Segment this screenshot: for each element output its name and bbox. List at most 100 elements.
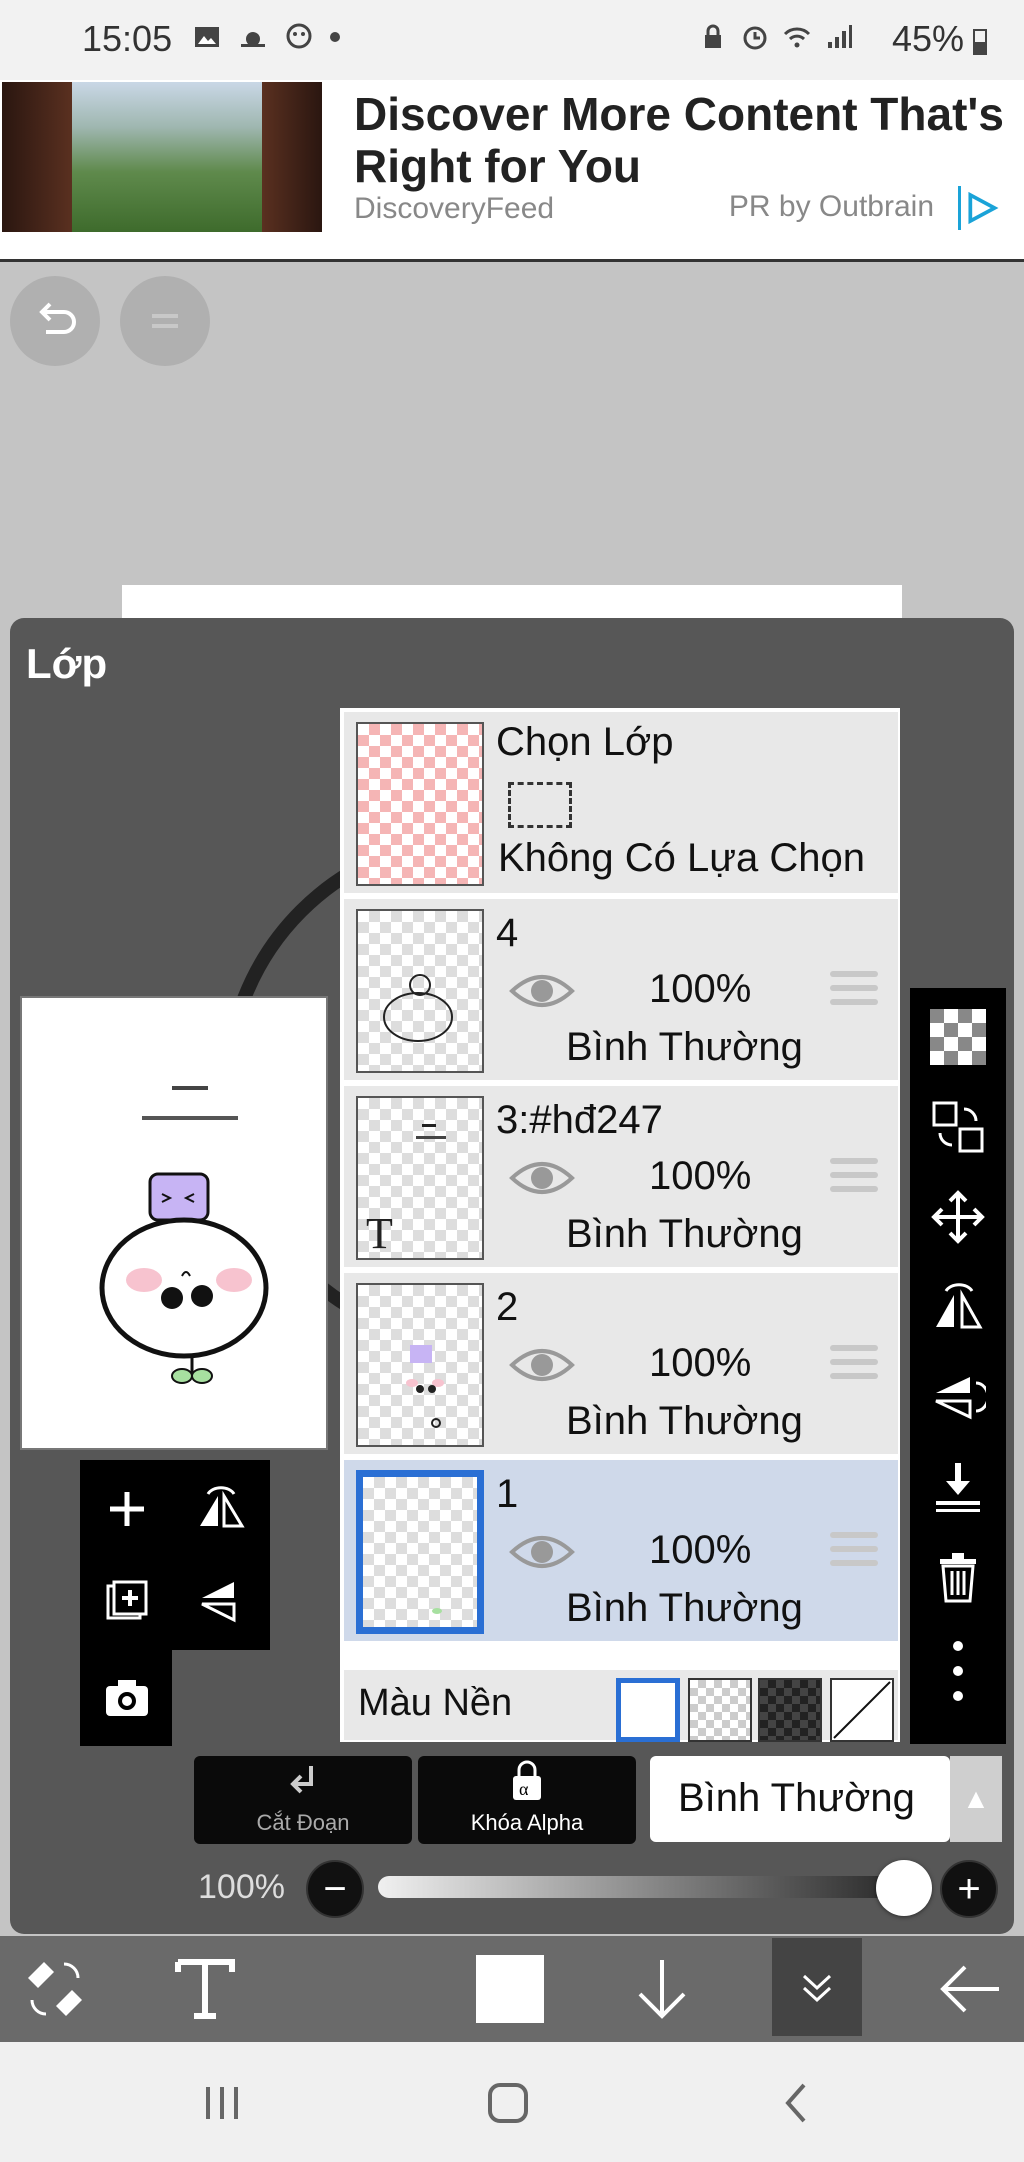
background-color-row: Màu Nền (344, 1670, 898, 1742)
redo-button[interactable] (120, 276, 210, 366)
flip-horizontal-icon (936, 1283, 983, 1329)
layer-name: 2 (496, 1285, 519, 1329)
flip-vertical-icon (201, 1582, 236, 1623)
eye-icon[interactable] (509, 969, 575, 1013)
current-color-swatch (476, 1955, 544, 2023)
clipping-button[interactable]: Cắt Đoạn (194, 1756, 412, 1844)
selection-layer-row[interactable]: Chọn Lớp Không Có Lựa Chọn (344, 712, 898, 896)
add-copy-layer-button[interactable] (82, 1556, 172, 1646)
opacity-decrease-button[interactable]: − (306, 1860, 364, 1918)
arrow-down-icon (638, 1960, 686, 2019)
home-button[interactable] (478, 2078, 538, 2128)
drag-handle-icon[interactable] (830, 1345, 878, 1385)
blend-mode-dropdown-button[interactable]: ▲ (950, 1756, 1002, 1842)
layer-blend-mode: Bình Thường (566, 1586, 803, 1630)
flip-layer-vertical-button[interactable] (910, 1352, 1006, 1442)
selection-status: Không Có Lựa Chọn (498, 836, 866, 880)
text-tool-button[interactable] (160, 1936, 250, 2042)
weather-icon (241, 32, 265, 47)
flip-vertical-icon (935, 1377, 986, 1420)
eye-icon[interactable] (509, 1156, 575, 1200)
move-button[interactable] (910, 1172, 1006, 1262)
drag-handle-icon[interactable] (830, 971, 878, 1011)
layer-name: 4 (496, 911, 519, 955)
app-face-icon (286, 23, 312, 49)
layer-list: Chọn Lớp Không Có Lựa Chọn 4 100% Bình T… (340, 708, 900, 1742)
canvas-preview[interactable] (20, 996, 328, 1450)
chevron-left-icon (785, 2083, 806, 2123)
svg-text:T: T (366, 1209, 393, 1258)
ad-banner[interactable]: Discover More Content That's Right for Y… (0, 80, 1024, 262)
more-options-button[interactable] (910, 1626, 1006, 1716)
blend-mode-select[interactable]: Bình Thường (650, 1756, 950, 1842)
layer-row[interactable]: 4 100% Bình Thường (344, 899, 898, 1083)
recent-apps-button[interactable] (192, 2078, 252, 2128)
eye-icon[interactable] (509, 1343, 575, 1387)
flip-vertical-button[interactable] (176, 1556, 266, 1646)
clipping-label: Cắt Đoạn (256, 1810, 350, 1835)
move-arrows-icon (931, 1190, 985, 1244)
ad-title[interactable]: Discover More Content That's Right for Y… (354, 88, 1014, 192)
undo-button[interactable] (10, 276, 100, 366)
move-to-button[interactable] (910, 1082, 1006, 1172)
clipping-arrow-icon (290, 1766, 313, 1794)
background-white-swatch[interactable] (616, 1678, 680, 1742)
background-dark-swatch[interactable] (758, 1678, 822, 1742)
flip-horizontal-icon (200, 1486, 245, 1528)
background-transparent-swatch[interactable] (688, 1678, 752, 1742)
outbrain-logo-icon[interactable] (958, 186, 1002, 230)
flip-layer-horizontal-button[interactable] (910, 1262, 1006, 1352)
add-layer-button[interactable] (82, 1464, 172, 1554)
text-icon (175, 1959, 235, 2019)
arrow-left-icon (940, 1965, 999, 2013)
opacity-slider-track[interactable] (378, 1876, 918, 1898)
opacity-increase-button[interactable]: + (940, 1860, 998, 1918)
drag-handle-icon[interactable] (830, 1158, 878, 1198)
lock-icon (705, 24, 721, 48)
layer-row[interactable]: 2 100% Bình Thường (344, 1273, 898, 1457)
layer-name: 3:#hđ247 (496, 1098, 663, 1142)
layer-row[interactable]: T 3:#hđ247 100% Bình Thường (344, 1086, 898, 1270)
system-back-button[interactable] (766, 2078, 826, 2128)
svg-text:α: α (519, 1779, 529, 1799)
ad-attribution[interactable]: PR by Outbrain (729, 190, 934, 224)
layer-tools-right (910, 988, 1006, 1744)
move-down-button[interactable] (620, 1936, 704, 2042)
eye-icon[interactable] (509, 1530, 575, 1574)
layers-collapse-button[interactable] (772, 1938, 862, 2036)
back-arrow-button[interactable] (930, 1936, 1010, 2042)
home-icon (488, 2083, 528, 2123)
eraser-tool-button[interactable] (0, 1936, 110, 2042)
status-bar: 15:05 45% (0, 0, 1024, 80)
layer-thumbnail (356, 1470, 484, 1634)
layer-blend-mode: Bình Thường (566, 1025, 803, 1069)
battery-icon (973, 29, 987, 55)
opacity-slider-thumb[interactable] (876, 1860, 932, 1916)
alarm-icon (743, 26, 767, 50)
background-none-swatch[interactable] (830, 1678, 894, 1742)
panel-title: Lớp (26, 640, 108, 687)
transparency-button[interactable] (910, 992, 1006, 1082)
camera-button[interactable] (82, 1652, 172, 1742)
image-icon (195, 27, 219, 47)
layer-thumbnail (356, 909, 484, 1073)
color-button[interactable] (462, 1936, 558, 2042)
alpha-lock-button[interactable]: α Khóa Alpha (418, 1756, 636, 1844)
recents-icon (206, 2087, 238, 2119)
camera-icon (106, 1680, 148, 1716)
selection-layer-label: Chọn Lớp (496, 720, 674, 764)
layer-row-selected[interactable]: 1 100% Bình Thường (344, 1460, 898, 1644)
layer-blend-mode: Bình Thường (566, 1212, 803, 1256)
layer-opacity: 100% (649, 1154, 752, 1198)
swap-layers-icon (932, 1101, 984, 1153)
drag-handle-icon[interactable] (830, 1532, 878, 1572)
merge-down-button[interactable] (910, 1442, 1006, 1532)
selection-layer-thumbnail (356, 722, 484, 886)
ad-image[interactable] (2, 82, 322, 232)
alpha-lock-label: Khóa Alpha (470, 1810, 584, 1835)
delete-layer-button[interactable] (910, 1532, 1006, 1622)
layer-name: 1 (496, 1472, 519, 1516)
selection-marquee-icon (508, 782, 572, 828)
flip-horizontal-button[interactable] (176, 1464, 266, 1554)
trash-icon (940, 1553, 976, 1603)
